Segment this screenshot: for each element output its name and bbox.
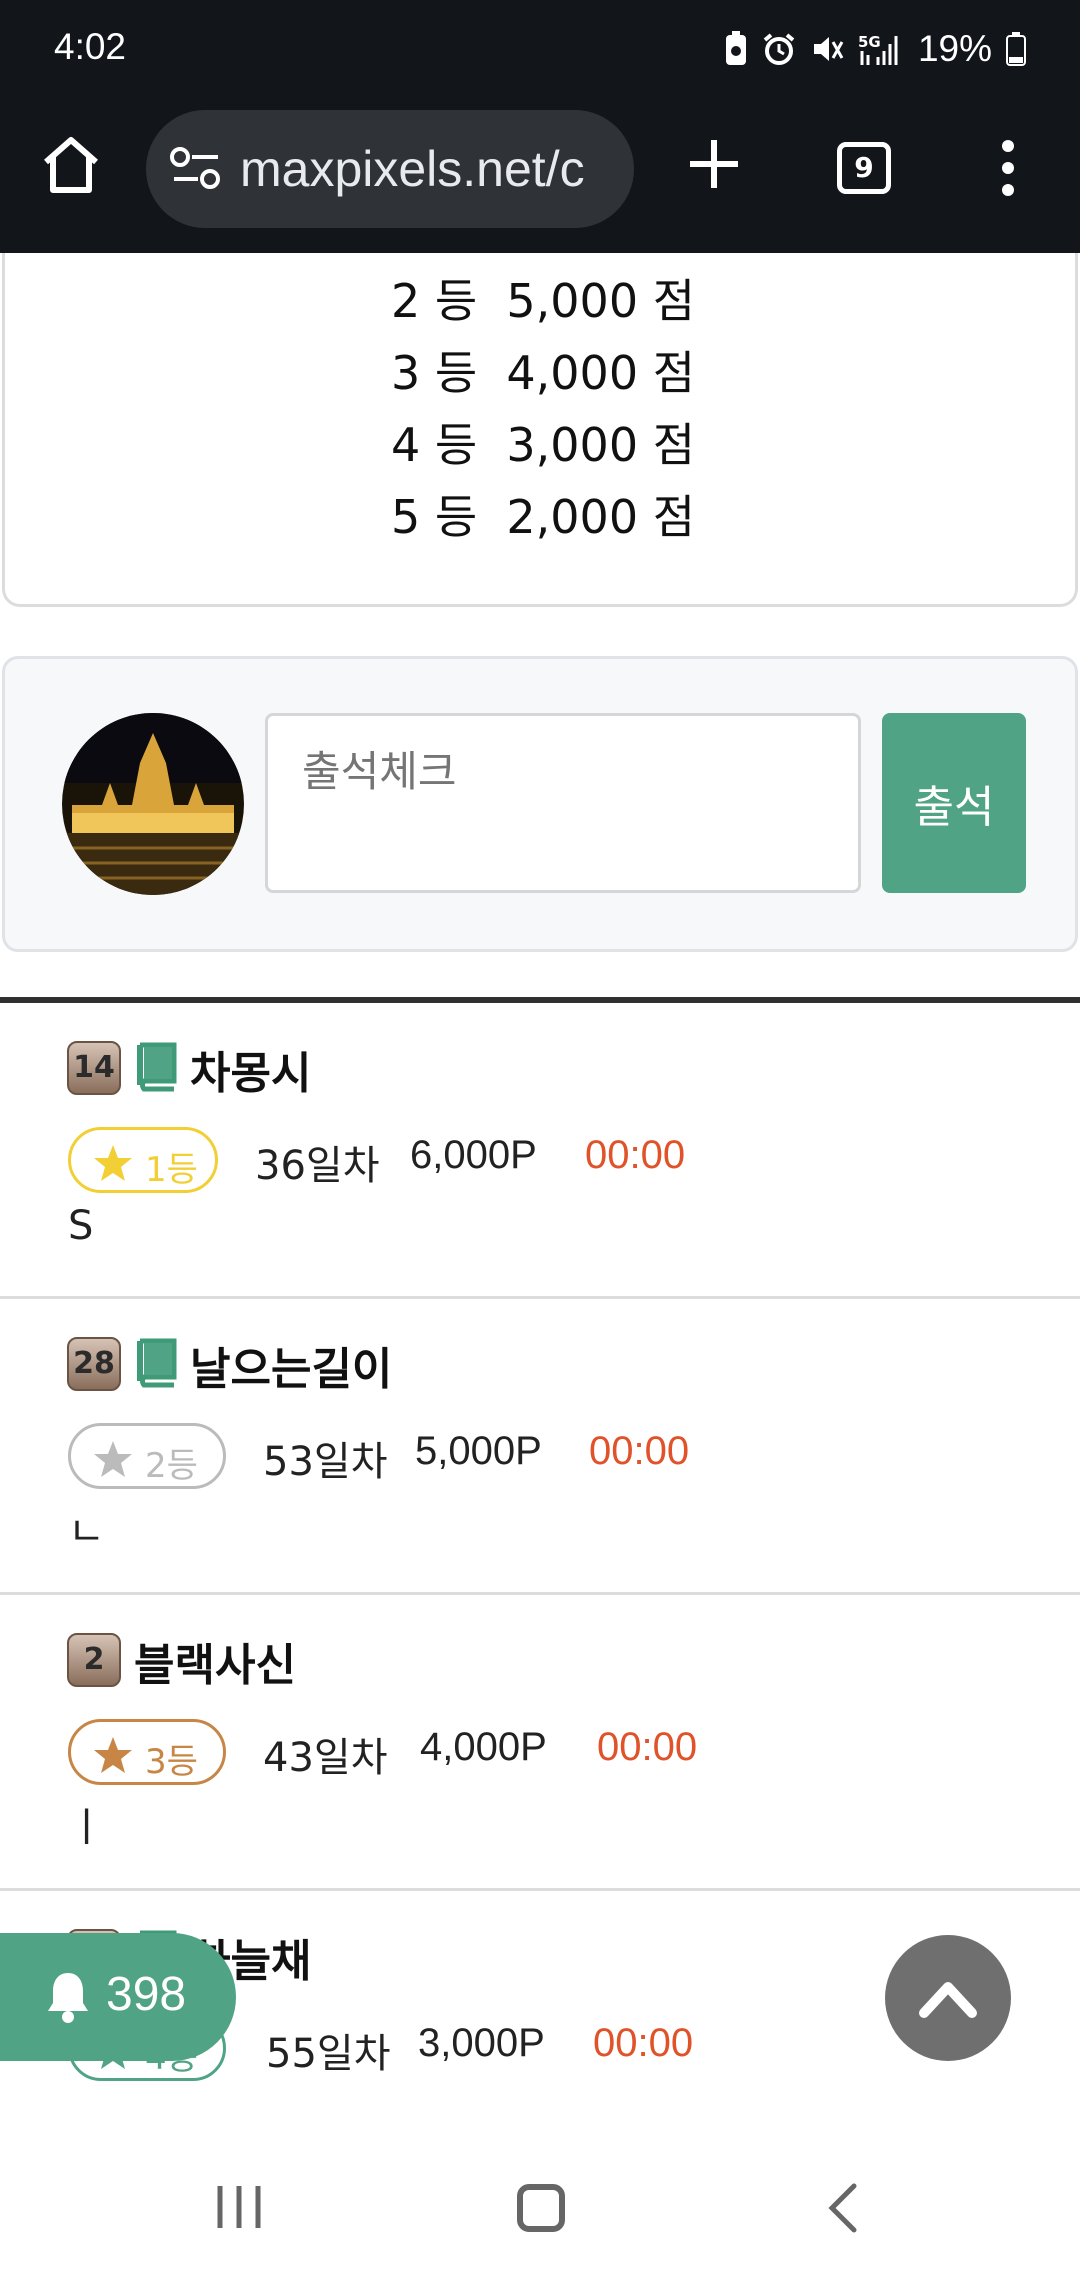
battery-icon [1006, 32, 1026, 66]
ranking-points-box: 2 등 5,000 점 3 등 4,000 점 4 등 3,000 점 5 등 … [2, 253, 1078, 607]
attendance-days: 43일차 [263, 1735, 388, 1781]
notification-button[interactable]: 398 [0, 1933, 236, 2061]
comment-text: S [68, 1203, 94, 1249]
site-settings-icon[interactable] [168, 146, 224, 190]
comment-text: ㅣ [68, 1805, 105, 1851]
status-icons: 5G 19% [724, 28, 1026, 70]
signal-5g-icon: 5G [858, 33, 898, 65]
attendance-input[interactable] [265, 713, 861, 893]
ranking-rank: 3 등 [390, 346, 478, 400]
points: 4,000P [420, 1725, 547, 1769]
tab-switcher-button[interactable]: 9 [837, 142, 891, 194]
ranking-line: 2 등 5,000 점 [5, 265, 1080, 331]
app-root: 4:02 5G 19% maxpixels.net/c 9 2 등 5,000 … [0, 0, 1080, 2280]
rank-badge: 2등 [68, 1423, 226, 1489]
notification-count: 398 [106, 1968, 187, 2021]
ranking-score: 3,000 점 [506, 418, 696, 472]
status-bar: 4:02 5G 19% [0, 0, 1080, 100]
attendance-time: 00:00 [585, 1133, 686, 1177]
list-item: 2 블랙사신 3등 43일차 4,000P 00:00 ㅣ [0, 1595, 1080, 1891]
svg-text:5G: 5G [858, 33, 881, 51]
avatar-image [62, 713, 244, 895]
ranking-line: 5 등 2,000 점 [5, 481, 1080, 547]
recent-apps-icon[interactable] [214, 2184, 264, 2230]
level-badge: 14 [67, 1041, 121, 1095]
list-item: 14 차몽시 1등 36일차 6,000P 00:00 S [0, 1003, 1080, 1299]
level-badge: 2 [67, 1633, 121, 1687]
attendance-days: 53일차 [263, 1439, 388, 1485]
ranking-rank: 4 등 [390, 418, 478, 472]
attendance-time: 00:00 [589, 1429, 690, 1473]
rank-label: 3등 [145, 1742, 198, 1782]
attendance-time: 00:00 [597, 1725, 698, 1769]
level-badge: 28 [67, 1337, 121, 1391]
book-icon [137, 1042, 177, 1092]
battery-saver-icon [725, 31, 746, 65]
points: 3,000P [418, 2021, 545, 2065]
home-icon[interactable] [38, 132, 104, 198]
nickname[interactable]: 블랙사신 [134, 1629, 296, 1693]
attendance-days: 55일차 [266, 2031, 391, 2077]
star-icon [94, 1145, 132, 1181]
status-time: 4:02 [54, 26, 127, 67]
address-bar[interactable]: maxpixels.net/c [146, 110, 634, 228]
back-icon[interactable] [826, 2182, 860, 2234]
chevron-up-icon [919, 1982, 977, 2018]
points: 5,000P [415, 1429, 542, 1473]
battery-percent: 19% [917, 28, 992, 69]
new-tab-icon[interactable] [686, 136, 742, 192]
ranking-rank: 5 등 [390, 490, 478, 544]
browser-toolbar: maxpixels.net/c 9 [0, 100, 1080, 253]
attendance-form: 출석 [2, 656, 1078, 952]
system-nav-bar [0, 2132, 1080, 2280]
mute-icon [813, 37, 844, 61]
alarm-icon [763, 33, 795, 65]
points: 6,000P [410, 1133, 537, 1177]
rank-label: 2등 [145, 1446, 198, 1486]
ranking-rank: 2 등 [390, 274, 478, 328]
star-icon [94, 1737, 132, 1773]
nickname[interactable]: 차몽시 [190, 1037, 311, 1101]
bell-icon [48, 1973, 88, 2023]
list-item: 28 날으는길이 2등 53일차 5,000P 00:00 ㄴ [0, 1299, 1080, 1595]
ranking-score: 2,000 점 [506, 490, 696, 544]
nickname[interactable]: 날으는길이 [190, 1333, 392, 1397]
ranking-score: 5,000 점 [506, 274, 696, 328]
attendance-submit-button[interactable]: 출석 [882, 713, 1026, 893]
comment-text: ㄴ [68, 1509, 105, 1555]
ranking-score: 4,000 점 [506, 346, 696, 400]
attendance-time: 00:00 [593, 2021, 694, 2065]
rank-label: 1등 [145, 1150, 198, 1190]
ranking-line: 3 등 4,000 점 [5, 337, 1080, 403]
url-text: maxpixels.net/c [240, 141, 585, 197]
rank-badge: 1등 [68, 1127, 218, 1193]
rank-badge: 3등 [68, 1719, 226, 1785]
scroll-to-top-button[interactable] [885, 1935, 1011, 2061]
attendance-days: 36일차 [255, 1143, 380, 1189]
book-icon [137, 1338, 177, 1388]
user-avatar [62, 713, 244, 895]
star-icon [94, 1441, 132, 1477]
nav-home-button[interactable] [517, 2184, 565, 2232]
ranking-line: 4 등 3,000 점 [5, 409, 1080, 475]
more-menu-icon[interactable] [990, 138, 1026, 198]
